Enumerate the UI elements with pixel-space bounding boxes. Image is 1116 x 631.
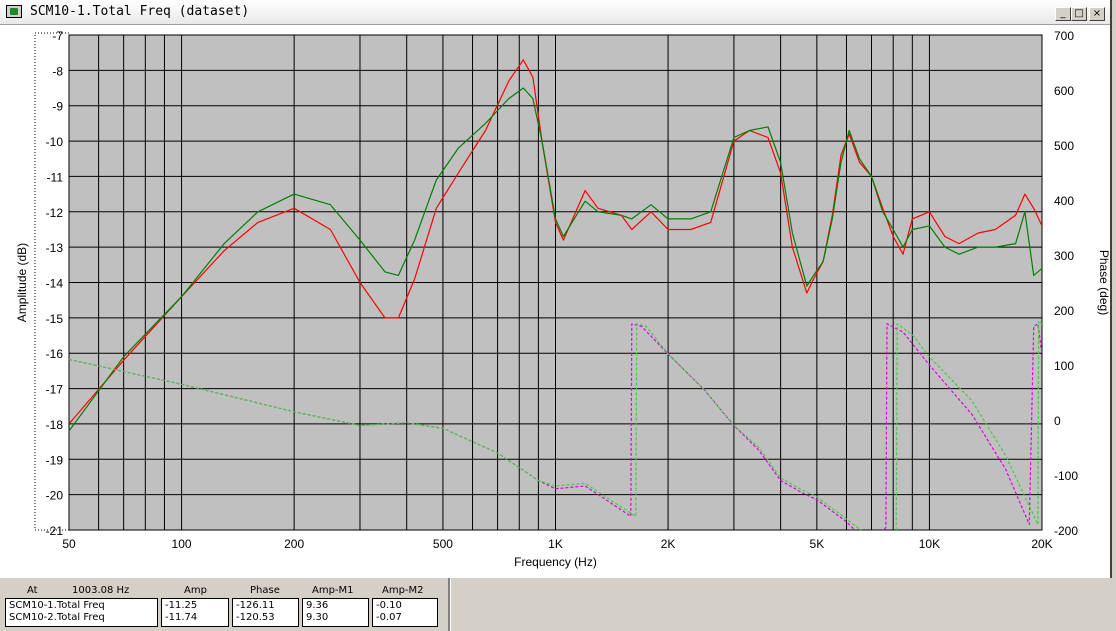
y2-axis-title: Phase (deg) (1097, 250, 1110, 315)
maximize-button[interactable]: □ (1071, 7, 1087, 21)
amp-value-2: -11.74 (165, 612, 198, 623)
y-tick-label: -11 (47, 170, 64, 184)
y-tick-label: -18 (46, 418, 64, 432)
y-tick-label: -21 (46, 524, 64, 538)
y2-tick-label: 700 (1054, 29, 1074, 43)
x-tick-label: 200 (284, 537, 304, 551)
x-tick-label: 20K (1031, 537, 1052, 551)
x-tick-label: 500 (433, 537, 453, 551)
x-tick-label: 5K (810, 537, 825, 551)
minimize-button[interactable]: _ (1055, 7, 1071, 21)
window-title: SCM10-1.Total Freq (dataset) (30, 4, 250, 19)
amp-header: Amp (184, 585, 207, 596)
y-tick-label: -7 (52, 29, 63, 43)
y2-tick-label: 0 (1054, 414, 1061, 428)
y2-tick-label: 400 (1054, 194, 1074, 208)
close-button[interactable]: × (1089, 7, 1105, 21)
x-tick-label: 2K (661, 537, 676, 551)
y-tick-label: -13 (46, 241, 64, 255)
app-icon[interactable] (6, 5, 22, 18)
title-bar[interactable]: SCM10-1.Total Freq (dataset) _ □ × (0, 0, 1110, 25)
y-tick-label: -20 (46, 489, 64, 503)
y-tick-label: -8 (52, 64, 63, 78)
y-tick-label: -14 (46, 277, 64, 291)
x-tick-label: 50 (62, 537, 76, 551)
y-tick-label: -16 (46, 347, 64, 361)
y-tick-label: -12 (46, 206, 64, 220)
dataset-name-1: SCM10-1.Total Freq (9, 600, 105, 611)
y2-tick-label: 600 (1054, 84, 1074, 98)
dataset-name-2: SCM10-2.Total Freq (9, 612, 105, 623)
amp-m2-values-box: -0.10 -0.07 (372, 598, 438, 627)
y2-tick-label: 200 (1054, 304, 1074, 318)
y-tick-label: -10 (46, 135, 64, 149)
amp-m1-values-box: 9.36 9.30 (302, 598, 369, 627)
phase-value-2: -120.53 (236, 612, 275, 623)
amp-m2-header: Amp-M2 (382, 585, 424, 596)
panel-divider (448, 578, 451, 631)
y-axis-title: Amplitude (dB) (15, 243, 29, 322)
amp-m2-value-2: -0.07 (376, 612, 402, 623)
dataset-names-box: SCM10-1.Total Freq SCM10-2.Total Freq (5, 598, 158, 627)
at-label: At (27, 585, 38, 596)
at-value: 1003.08 Hz (72, 585, 130, 596)
amp-value-1: -11.25 (165, 600, 198, 611)
y-tick-label: -17 (46, 383, 64, 397)
y2-tick-label: 500 (1054, 139, 1074, 153)
y-tick-label: -15 (46, 312, 64, 326)
amp-values-box: -11.25 -11.74 (161, 598, 229, 627)
x-tick-label: 100 (172, 537, 192, 551)
status-panel: At 1003.08 Hz Amp Phase Amp-M1 Amp-M2 SC… (0, 578, 1116, 631)
y2-tick-label: -200 (1054, 524, 1078, 538)
amp-m2-value-1: -0.10 (376, 600, 402, 611)
phase-header: Phase (250, 585, 280, 596)
x-tick-label: 10K (919, 537, 940, 551)
y-tick-label: -9 (52, 100, 63, 114)
x-axis-title: Frequency (Hz) (514, 555, 597, 569)
x-tick-label: 1K (548, 537, 563, 551)
frequency-response-chart[interactable]: -7 -8 -9 -10 -11 -12 -13 -14 -15 -16 -17 -18 -19 -20 -… (0, 25, 1110, 576)
chart-window: SCM10-1.Total Freq (dataset) _ □ × -7 -8-… (0, 0, 1112, 580)
amp-m1-value-2: 9.30 (306, 612, 329, 623)
y2-tick-label: -100 (1054, 469, 1078, 483)
phase-values-box: -126.11 -120.53 (232, 598, 299, 627)
phase-value-1: -126.11 (236, 600, 275, 611)
amp-m1-header: Amp-M1 (312, 585, 354, 596)
y2-tick-label: 300 (1054, 249, 1074, 263)
amp-m1-value-1: 9.36 (306, 600, 329, 611)
y2-tick-label: 100 (1054, 359, 1074, 373)
y-tick-label: -19 (46, 453, 64, 467)
